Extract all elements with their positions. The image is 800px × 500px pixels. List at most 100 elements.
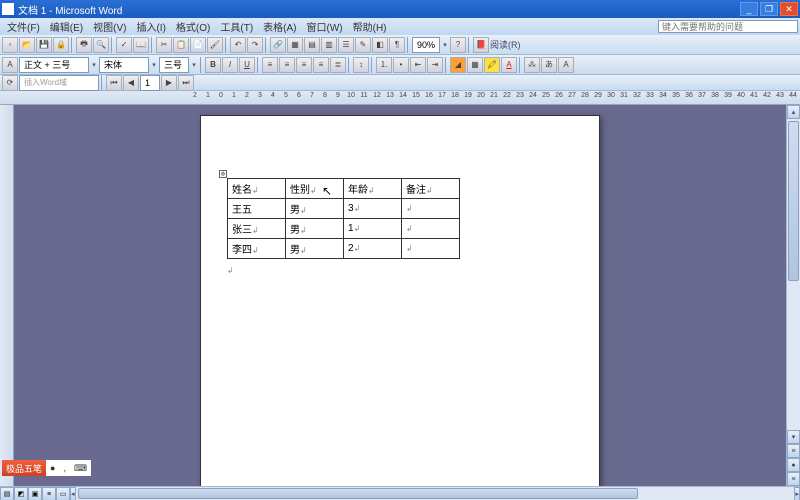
reading-view-icon[interactable]: ▭ — [56, 487, 70, 500]
word-count-icon[interactable]: ⟳ — [2, 75, 18, 91]
table-move-handle-icon[interactable]: ✥ — [219, 170, 227, 178]
show-para-icon[interactable]: ¶ — [389, 37, 405, 53]
outdent-icon[interactable]: ⇤ — [410, 57, 426, 73]
doc-map-icon[interactable]: ◧ — [372, 37, 388, 53]
chevron-down-icon[interactable]: ▾ — [190, 61, 198, 69]
chevron-down-icon[interactable]: ▾ — [90, 61, 98, 69]
chevron-down-icon[interactable]: ▾ — [150, 61, 158, 69]
menu-edit[interactable]: 编辑(E) — [45, 19, 88, 34]
scroll-thumb[interactable] — [788, 121, 799, 281]
word-count-box[interactable]: 插入Word域 — [19, 75, 99, 91]
align-justify-icon[interactable]: ≡ — [313, 57, 329, 73]
phonetic-icon[interactable]: あ — [541, 57, 557, 73]
ime-mode-icon[interactable]: ● — [46, 460, 59, 476]
undo-icon[interactable]: ↶ — [230, 37, 246, 53]
format-painter-icon[interactable]: 🖌 — [207, 37, 223, 53]
nav-next-icon[interactable]: ▶ — [161, 75, 177, 91]
align-right-icon[interactable]: ≡ — [296, 57, 312, 73]
columns-icon[interactable]: ☰ — [338, 37, 354, 53]
tables-borders-icon[interactable]: ▦ — [287, 37, 303, 53]
redo-icon[interactable]: ↷ — [247, 37, 263, 53]
excel-icon[interactable]: ▥ — [321, 37, 337, 53]
align-center-icon[interactable]: ≡ — [279, 57, 295, 73]
copy-icon[interactable]: 📋 — [173, 37, 189, 53]
size-dropdown[interactable]: 三号 — [159, 57, 189, 73]
horizontal-scrollbar[interactable]: ▤ ◩ ▣ ≡ ▭ ◂ ▸ — [0, 486, 800, 500]
formatting-toolbar: A 正文 + 三号▾ 宋体▾ 三号▾ B I U ≡ ≡ ≡ ≡ ≣ ↕ ⒈ •… — [0, 55, 800, 75]
hyperlink-icon[interactable]: 🔗 — [270, 37, 286, 53]
outline-view-icon[interactable]: ≡ — [42, 487, 56, 500]
nav-last-icon[interactable]: ⏭ — [178, 75, 194, 91]
numbering-icon[interactable]: ⒈ — [376, 57, 392, 73]
read-label[interactable]: 阅读(R) — [490, 38, 521, 51]
italic-icon[interactable]: I — [222, 57, 238, 73]
scroll-right-icon[interactable]: ▸ — [794, 487, 800, 500]
line-spacing-icon[interactable]: ↕ — [353, 57, 369, 73]
font-color-icon[interactable]: A — [501, 57, 517, 73]
normal-view-icon[interactable]: ▤ — [0, 487, 14, 500]
shading-icon[interactable]: 🖍 — [484, 57, 500, 73]
chevron-down-icon[interactable]: ▾ — [441, 41, 449, 49]
menu-view[interactable]: 视图(V) — [88, 19, 131, 34]
scroll-up-icon[interactable]: ▴ — [787, 105, 800, 119]
print-icon[interactable]: 🖶 — [76, 37, 92, 53]
preview-icon[interactable]: 🔍 — [93, 37, 109, 53]
ime-bar[interactable]: 极品五笔 ● , ⌨ — [2, 460, 91, 476]
vertical-scrollbar[interactable]: ▴ ▾ ≡ ● ≡ — [786, 105, 800, 486]
print-view-icon[interactable]: ▣ — [28, 487, 42, 500]
bold-icon[interactable]: B — [205, 57, 221, 73]
styles-pane-icon[interactable]: A — [2, 57, 18, 73]
horizontal-ruler[interactable]: 2101234567891011121314151617181920212223… — [0, 91, 800, 105]
prev-page-icon[interactable]: ≡ — [787, 444, 800, 458]
read-icon[interactable]: 📕 — [473, 37, 489, 53]
drawing-icon[interactable]: ✎ — [355, 37, 371, 53]
insert-table-icon[interactable]: ▤ — [304, 37, 320, 53]
research-icon[interactable]: 📖 — [133, 37, 149, 53]
menu-help[interactable]: 帮助(H) — [348, 19, 392, 34]
scroll-down-icon[interactable]: ▾ — [787, 430, 800, 444]
menu-table[interactable]: 表格(A) — [258, 19, 301, 34]
vertical-ruler[interactable] — [0, 105, 14, 486]
font-dropdown[interactable]: 宋体 — [99, 57, 149, 73]
bullets-icon[interactable]: • — [393, 57, 409, 73]
highlight-icon[interactable]: ◢ — [450, 57, 466, 73]
ime-name[interactable]: 极品五笔 — [2, 460, 46, 476]
menu-format[interactable]: 格式(O) — [171, 19, 215, 34]
zoom-dropdown[interactable]: 90% — [412, 37, 440, 53]
document-area[interactable]: ✥ 姓名↲ 性别↲ 年龄↲ 备注↲ 王五 男↲ 3↲ ↲ 张三↲ 男↲ 1↲ — [14, 105, 786, 486]
maximize-button[interactable]: ❐ — [760, 2, 778, 16]
menu-file[interactable]: 文件(F) — [2, 19, 45, 34]
permission-icon[interactable]: 🔒 — [53, 37, 69, 53]
menu-insert[interactable]: 插入(I) — [131, 19, 170, 34]
open-icon[interactable]: 📂 — [19, 37, 35, 53]
nav-first-icon[interactable]: ⏮ — [106, 75, 122, 91]
help-search-input[interactable] — [658, 20, 798, 33]
web-view-icon[interactable]: ◩ — [14, 487, 28, 500]
char-border-icon[interactable]: A — [558, 57, 574, 73]
distribute-icon[interactable]: ≣ — [330, 57, 346, 73]
minimize-button[interactable]: _ — [740, 2, 758, 16]
indent-icon[interactable]: ⇥ — [427, 57, 443, 73]
menu-tools[interactable]: 工具(T) — [215, 19, 258, 34]
paste-icon[interactable]: 📄 — [190, 37, 206, 53]
char-scale-icon[interactable]: ⁂ — [524, 57, 540, 73]
ime-keyboard-icon[interactable]: ⌨ — [70, 460, 91, 476]
nav-prev-icon[interactable]: ◀ — [123, 75, 139, 91]
save-icon[interactable]: 💾 — [36, 37, 52, 53]
border-icon[interactable]: ▦ — [467, 57, 483, 73]
next-page-icon[interactable]: ≡ — [787, 472, 800, 486]
cut-icon[interactable]: ✂ — [156, 37, 172, 53]
scroll-thumb-h[interactable] — [78, 488, 638, 499]
nav-page-box[interactable]: 1 — [140, 75, 160, 91]
underline-icon[interactable]: U — [239, 57, 255, 73]
ime-punct-icon[interactable]: , — [59, 460, 70, 476]
align-left-icon[interactable]: ≡ — [262, 57, 278, 73]
spell-icon[interactable]: ✓ — [116, 37, 132, 53]
style-dropdown[interactable]: 正文 + 三号 — [19, 57, 89, 73]
new-doc-icon[interactable]: ▫ — [2, 37, 18, 53]
menu-window[interactable]: 窗口(W) — [302, 19, 348, 34]
document-table[interactable]: 姓名↲ 性别↲ 年龄↲ 备注↲ 王五 男↲ 3↲ ↲ 张三↲ 男↲ 1↲ ↲ — [227, 178, 460, 259]
help-icon[interactable]: ? — [450, 37, 466, 53]
close-button[interactable]: ✕ — [780, 2, 798, 16]
browse-object-icon[interactable]: ● — [787, 458, 800, 472]
